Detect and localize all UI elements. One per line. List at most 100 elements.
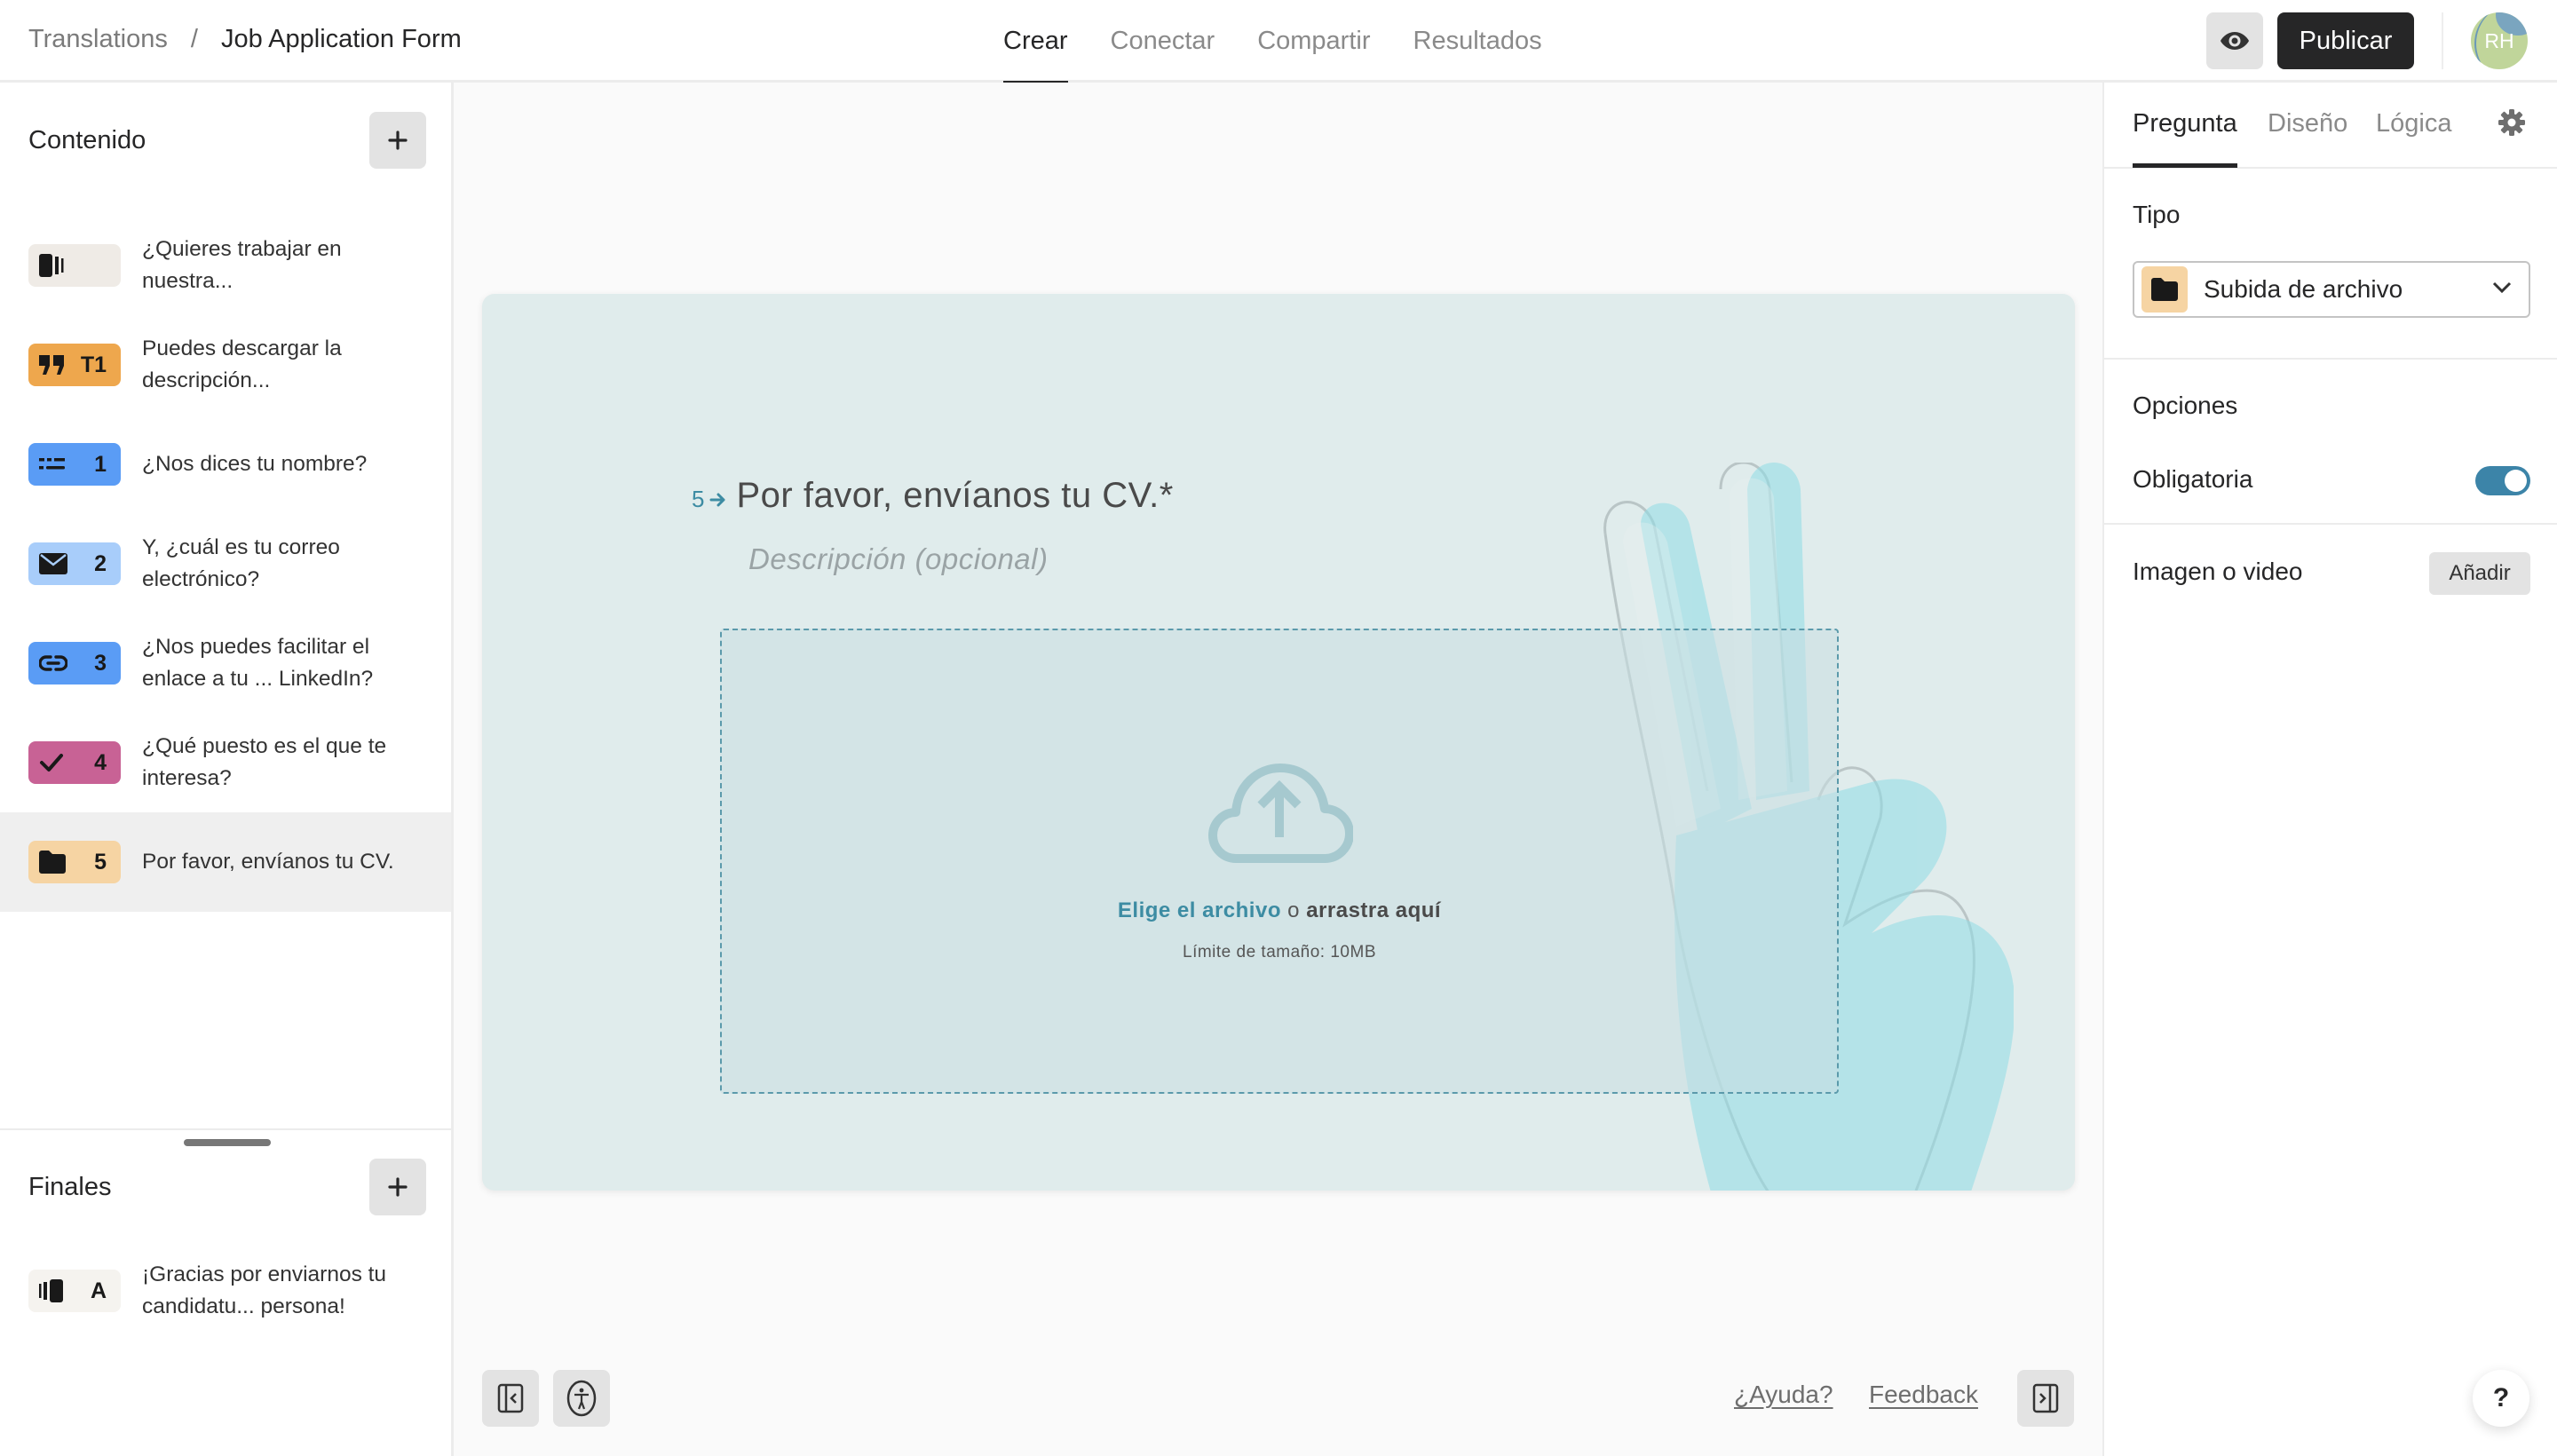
add-content-button[interactable] <box>369 112 426 169</box>
help-fab-button[interactable]: ? <box>2473 1370 2529 1427</box>
editor-canvas: 5 Por favor, envíanos tu CV.* Descripció… <box>454 83 2102 1456</box>
required-toggle[interactable] <box>2475 466 2530 495</box>
type-label: Tipo <box>2133 201 2181 228</box>
block-title: Y, ¿cuál es tu correo electrónico? <box>142 535 340 591</box>
block-list: ¿Quieres trabajar en nuestra... T1 Puede… <box>0 216 451 912</box>
breadcrumb-workspace-link[interactable]: Translations <box>28 25 168 54</box>
short-text-icon <box>39 458 65 470</box>
block-number: A <box>90 1278 107 1303</box>
list-item[interactable]: 2 Y, ¿cuál es tu correo electrónico? <box>0 514 451 613</box>
block-number: 4 <box>94 749 107 775</box>
media-label: Imagen o video <box>2133 558 2303 585</box>
ending-list: A ¡Gracias por enviarnos tu candidatu...… <box>0 1241 451 1341</box>
block-title: ¿Quieres trabajar en nuestra... <box>142 237 342 293</box>
file-upload-dropzone[interactable]: Elige el archivo o arrastra aquí Límite … <box>720 629 1839 1094</box>
tab-conectar[interactable]: Conectar <box>1111 0 1215 83</box>
list-item[interactable]: 1 ¿Nos dices tu nombre? <box>0 415 451 514</box>
endings-section-header: Finales <box>28 1159 426 1215</box>
block-badge: 1 <box>28 443 121 486</box>
block-title: Puedes descargar la descripción... <box>142 336 342 392</box>
tab-resultados[interactable]: Resultados <box>1413 0 1542 83</box>
block-title: ¡Gracias por enviarnos tu candidatu... p… <box>142 1262 387 1318</box>
canvas-bottom-tools <box>482 1370 610 1427</box>
collapse-left-panel-button[interactable] <box>482 1370 539 1427</box>
avatar-initials: RH <box>2484 28 2514 52</box>
link-icon <box>39 655 67 671</box>
block-title: ¿Qué puesto es el que te interesa? <box>142 734 387 790</box>
question-description-input[interactable]: Descripción (opcional) <box>748 542 1048 576</box>
block-title: ¿Nos puedes facilitar el enlace a tu ...… <box>142 635 374 691</box>
question-title[interactable]: Por favor, envíanos tu CV.* <box>736 476 1173 516</box>
block-number: 1 <box>94 451 107 477</box>
add-media-button[interactable]: Añadir <box>2429 552 2530 595</box>
breadcrumb: Translations / Job Application Form <box>28 25 462 54</box>
email-icon <box>39 553 67 574</box>
upload-or-text: o <box>1287 898 1301 922</box>
panel-divider <box>2104 523 2557 525</box>
header-divider <box>2442 12 2443 69</box>
quote-icon <box>39 355 64 375</box>
help-link[interactable]: ¿Ayuda? <box>1734 1381 1833 1409</box>
welcome-screen-icon <box>39 254 64 277</box>
accessibility-button[interactable] <box>553 1370 610 1427</box>
tab-compartir[interactable]: Compartir <box>1257 0 1370 83</box>
tab-diseno[interactable]: Diseño <box>2268 109 2347 138</box>
sidebar-divider <box>0 1128 451 1130</box>
block-badge: 3 <box>28 642 121 684</box>
settings-panel: Pregunta Diseño Lógica Tipo Subida de ar… <box>2102 83 2557 1456</box>
panel-divider <box>2104 358 2557 360</box>
gear-icon[interactable] <box>2498 109 2525 136</box>
block-number: 3 <box>94 650 107 676</box>
question-number-text: 5 <box>692 486 705 512</box>
required-label: Obligatoria <box>2133 465 2253 493</box>
list-item-selected[interactable]: 5 Por favor, envíanos tu CV. <box>0 812 451 912</box>
block-number: 5 <box>94 849 107 874</box>
checkmark-icon <box>40 754 63 772</box>
eye-icon <box>2221 32 2249 50</box>
content-sidebar: Contenido ¿Quieres trabajar en nuestra..… <box>0 83 454 1456</box>
block-badge: 4 <box>28 741 121 784</box>
publish-button[interactable]: Publicar <box>2277 12 2414 69</box>
form-title[interactable]: Job Application Form <box>221 25 462 54</box>
main-tabs: Crear Conectar Compartir Resultados <box>1003 0 1585 85</box>
block-title: Por favor, envíanos tu CV. <box>142 850 394 874</box>
endings-title: Finales <box>28 1172 112 1201</box>
type-badge <box>2141 266 2188 313</box>
block-badge <box>28 244 121 287</box>
tab-logica[interactable]: Lógica <box>2376 109 2451 138</box>
block-number: 2 <box>94 550 107 576</box>
tab-pregunta[interactable]: Pregunta <box>2133 109 2237 168</box>
collapse-right-panel-button[interactable] <box>2017 1370 2074 1427</box>
avatar[interactable]: RH <box>2471 12 2528 69</box>
list-item[interactable]: ¿Quieres trabajar en nuestra... <box>0 216 451 315</box>
list-item[interactable]: A ¡Gracias por enviarnos tu candidatu...… <box>0 1241 451 1341</box>
block-badge: 2 <box>28 542 121 585</box>
drag-here-text: arrastra aquí <box>1306 898 1442 922</box>
question-header: 5 Por favor, envíanos tu CV.* <box>692 476 1174 516</box>
plus-icon <box>388 1177 408 1197</box>
question-preview-card: 5 Por favor, envíanos tu CV.* Descripció… <box>482 294 2075 1191</box>
list-item[interactable]: 3 ¿Nos puedes facilitar el enlace a tu .… <box>0 613 451 713</box>
list-item[interactable]: 4 ¿Qué puesto es el que te interesa? <box>0 713 451 812</box>
block-badge: A <box>28 1270 121 1312</box>
arrow-right-icon <box>709 493 725 506</box>
top-header: Translations / Job Application Form Crea… <box>0 0 2557 85</box>
options-label: Opciones <box>2133 392 2238 419</box>
panel-tabs: Pregunta Diseño Lógica <box>2104 83 2557 169</box>
breadcrumb-separator: / <box>190 25 198 53</box>
add-ending-button[interactable] <box>369 1159 426 1215</box>
question-type-dropdown[interactable]: Subida de archivo <box>2133 261 2530 318</box>
folder-icon <box>2151 278 2178 301</box>
content-section-header: Contenido <box>28 112 426 169</box>
feedback-link[interactable]: Feedback <box>1869 1381 1978 1409</box>
resize-handle[interactable] <box>184 1139 271 1146</box>
choose-file-link[interactable]: Elige el archivo <box>1118 898 1281 922</box>
block-badge: T1 <box>28 344 121 386</box>
folder-icon <box>39 851 66 874</box>
type-value: Subida de archivo <box>2204 275 2403 303</box>
ending-screen-icon <box>39 1279 63 1302</box>
preview-button[interactable] <box>2206 12 2263 69</box>
tab-crear[interactable]: Crear <box>1003 0 1068 85</box>
list-item[interactable]: T1 Puedes descargar la descripción... <box>0 315 451 415</box>
question-number: 5 <box>692 486 727 513</box>
